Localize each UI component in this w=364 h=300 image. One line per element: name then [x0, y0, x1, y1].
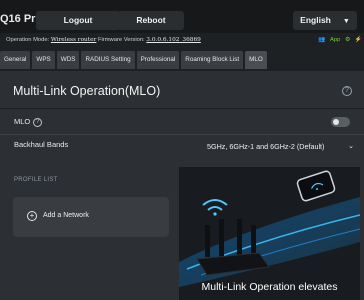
firmware-label: Firmware Version: [97, 37, 145, 43]
router-settings-page: Q16 Pro Logout Reboot English ▼ Operation… [0, 0, 364, 300]
add-network-button[interactable]: + Add a Network [13, 197, 169, 237]
mlo-label-text: MLO [14, 117, 31, 126]
add-network-label: Add a Network [43, 212, 89, 219]
mlo-promo-banner: Multi-Link Operation elevates [179, 167, 360, 300]
backhaul-bands-row: Backhaul Bands 5GHz, 6GHz-1 and 6GHz-2 (… [0, 134, 364, 155]
backhaul-bands-select[interactable]: 5GHz, 6GHz-1 and 6GHz-2 (Default) ⌄ [203, 138, 358, 155]
toggle-knob [333, 119, 339, 125]
promo-text: Multi-Link Operation elevates [201, 281, 338, 293]
tab-wds[interactable]: WDS [56, 51, 80, 69]
profile-list-title: PROFILE LIST [14, 177, 58, 183]
usb-icon[interactable]: ⚙ [345, 37, 350, 43]
tab-bar: General WPS WDS RADIUS Setting Professio… [0, 51, 269, 71]
backhaul-bands-label: Backhaul Bands [14, 140, 69, 149]
language-select[interactable]: English ▼ [293, 11, 357, 30]
plus-icon: + [27, 211, 37, 221]
divider [0, 108, 364, 109]
chevron-down-icon: ⌄ [348, 143, 354, 150]
status-bar: Operation Mode: Wireless router Firmware… [0, 33, 364, 47]
tab-professional[interactable]: Professional [136, 51, 180, 69]
reboot-button[interactable]: Reboot [118, 11, 184, 30]
page-title: Multi-Link Operation(MLO) [13, 84, 161, 98]
mlo-toggle[interactable] [331, 117, 350, 127]
status-icons: 👥 App ⚙ ⚡ [315, 33, 362, 47]
tab-radius-setting[interactable]: RADIUS Setting [81, 51, 135, 69]
tab-roaming-block-list[interactable]: Roaming Block List [181, 51, 244, 69]
chevron-down-icon: ▼ [342, 18, 350, 25]
tab-general[interactable]: General [0, 51, 31, 69]
tab-wps[interactable]: WPS [32, 51, 55, 69]
mlo-row: MLO? [0, 112, 364, 133]
app-label[interactable]: App [330, 37, 340, 43]
operation-mode-label: Operation Mode: [6, 37, 50, 43]
network-icon[interactable]: ⚡ [355, 37, 362, 43]
firmware-version-link[interactable]: 3.0.0.6.102_36869 [146, 37, 201, 43]
language-label: English [300, 15, 331, 25]
top-bar: Q16 Pro Logout Reboot English ▼ [0, 0, 364, 33]
help-icon[interactable]: ? [342, 86, 352, 96]
mlo-panel: Multi-Link Operation(MLO) ? MLO? Backhau… [0, 71, 364, 300]
tab-mlo[interactable]: MLO [245, 51, 267, 69]
backhaul-bands-value: 5GHz, 6GHz-1 and 6GHz-2 (Default) [207, 142, 325, 151]
operation-mode-link[interactable]: Wireless router [51, 37, 97, 43]
mlo-label: MLO? [14, 117, 43, 127]
people-icon[interactable]: 👥 [318, 37, 325, 43]
question-icon[interactable]: ? [33, 117, 43, 127]
logout-button[interactable]: Logout [36, 11, 120, 30]
